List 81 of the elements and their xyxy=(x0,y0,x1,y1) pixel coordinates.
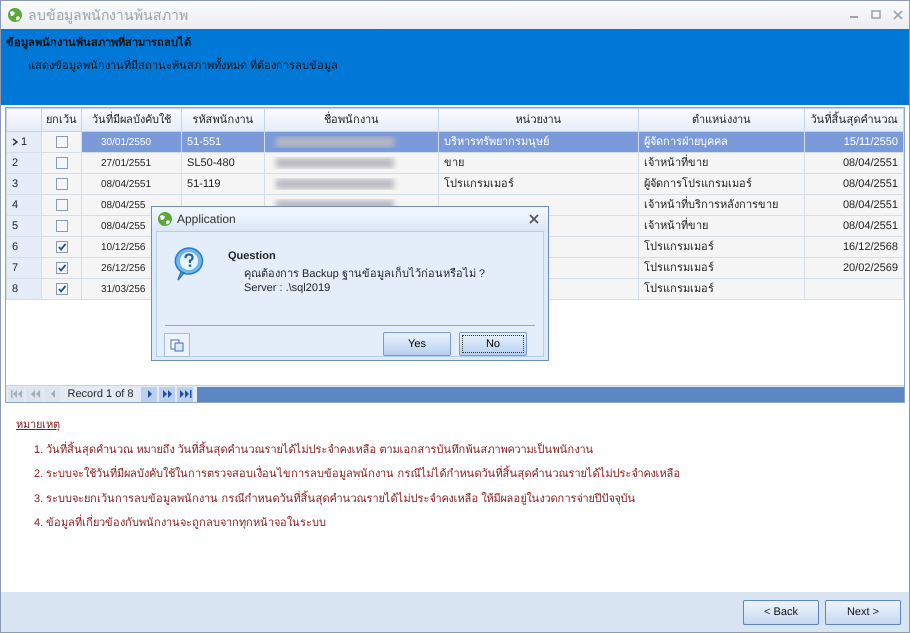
notes-title: หมายเหตุ xyxy=(16,418,61,433)
row-number: 2 xyxy=(12,156,18,169)
header-title: ข้อมูลพนักงานพ้นสภาพที่สามารถลบได้ xyxy=(6,35,904,52)
row-number: 4 xyxy=(12,198,18,211)
row-number: 8 xyxy=(12,282,18,295)
row-header[interactable]: 4 xyxy=(6,194,42,216)
header-cell xyxy=(6,108,42,132)
row-header[interactable]: 2 xyxy=(6,152,42,174)
checkbox[interactable] xyxy=(56,240,68,253)
copy-button[interactable] xyxy=(164,333,190,357)
checkbox[interactable] xyxy=(56,178,68,190)
window-title: ลบข้อมูลพนักงานพ้นสภาพ xyxy=(28,6,188,26)
table-cell: 51-119 xyxy=(182,174,264,194)
note-item: 4. ข้อมูลที่เกี่ยวข้องกับพนักงานจะถูกลบจากทุกหน้าจอในระบบ xyxy=(34,515,894,532)
table-cell: 15/11/2550 xyxy=(804,132,904,152)
header-subtitle: แสดงข้อมูลพนักงานที่มีสถานะพ้นสภาพทั้งหมด ที่ต้องการลบข้อมูล xyxy=(28,58,340,74)
scrollbar[interactable] xyxy=(197,386,904,402)
checkbox[interactable] xyxy=(56,262,68,274)
table-cell: ขาย xyxy=(438,152,638,174)
row-header[interactable]: 3 xyxy=(6,174,42,194)
row-number: 3 xyxy=(12,178,18,190)
table-cell: 08/04/2551 xyxy=(804,174,904,194)
globe-icon xyxy=(157,211,173,227)
table-cell: SL50-480 xyxy=(182,152,264,174)
checkbox[interactable] xyxy=(56,198,68,211)
dialog-message: คุณต้องการ Backup ฐานข้อมูลเก็บไว้ก่อนหรือไม่ ? xyxy=(244,266,485,282)
last-icon[interactable] xyxy=(178,387,193,401)
dialog-button[interactable]: Yes xyxy=(383,332,451,356)
row-number: 7 xyxy=(12,262,18,274)
dialog-heading: Question xyxy=(228,249,276,264)
row-header[interactable]: 1 xyxy=(6,132,42,152)
column-header[interactable]: หน่วยงาน xyxy=(438,108,638,132)
row-number: 6 xyxy=(12,240,18,253)
table-cell: เจ้าหน้าที่ขาย xyxy=(638,216,804,236)
checkbox[interactable] xyxy=(56,156,68,169)
nav-button[interactable]: < Back xyxy=(743,600,819,624)
table-cell: โปรแกรมเมอร์ xyxy=(638,278,804,300)
copy-icon xyxy=(170,338,184,352)
row-header[interactable]: 7 xyxy=(6,258,42,278)
checkbox[interactable] xyxy=(56,282,68,295)
dialog-button[interactable]: No xyxy=(459,332,527,356)
checkbox[interactable] xyxy=(56,220,68,232)
table-cell: 08/04/2551 xyxy=(804,152,904,174)
table-cell: 51-551 xyxy=(182,132,264,152)
maximize-icon[interactable] xyxy=(871,10,881,20)
row-header[interactable]: 8 xyxy=(6,278,42,300)
table-cell: เจ้าหน้าที่บริการหลังการขาย xyxy=(638,194,804,216)
table-cell: 08/04/2551 xyxy=(804,194,904,216)
table-cell: เจ้าหน้าที่ขาย xyxy=(638,152,804,174)
table-cell: ผู้จัดการโปรแกรมเมอร์ xyxy=(638,174,804,194)
column-header[interactable]: วันที่สิ้นสุดคำนวณ xyxy=(804,108,904,132)
table-cell: ผู้จัดการฝ่ายบุคคล xyxy=(638,132,804,152)
column-header[interactable]: ตำแหน่งงาน xyxy=(638,108,804,132)
table-cell: โปรแกรมเมอร์ xyxy=(438,174,638,194)
record-counter: Record 1 of 8 xyxy=(66,386,135,402)
column-header[interactable]: ชื่อพนักงาน xyxy=(264,108,438,132)
column-header[interactable]: วันที่มีผลบังคับใช้ xyxy=(82,108,182,132)
note-item: 2. ระบบจะใช้วันที่มีผลบังคับใช้ในการตรวจสอบเงื่อนไขการลบข้อมูลพนักงาน กรณีไม่ได้กำหนดวันที่สิ้นสุดคำนวณรายได้ไม่ประจำคงเหลือ xyxy=(34,466,894,482)
column-header[interactable]: ยกเว้น xyxy=(42,108,82,132)
nav-button[interactable]: Next > xyxy=(825,600,901,624)
checkbox[interactable] xyxy=(56,136,68,148)
table-cell: 16/12/2568 xyxy=(804,236,904,258)
table-cell: 27/01/2551 xyxy=(82,152,182,174)
table-cell: 20/02/2569 xyxy=(804,258,904,278)
table-cell: 08/04/2551 xyxy=(804,216,904,236)
table-cell: โปรแกรมเมอร์ xyxy=(638,236,804,258)
row-header[interactable]: 6 xyxy=(6,236,42,258)
column-header[interactable]: รหัสพนักงาน xyxy=(182,108,264,132)
server-label: Server : .\sql2019 xyxy=(244,281,330,296)
row-number: 5 xyxy=(12,220,18,232)
note-item: 1. วันที่สิ้นสุดคำนวณ หมายถึง วันที่สิ้นสุดคำนวณรายได้ไม่ประจำคงเหลือ ตามเอกสารบันทึกพ้นสภาพความเป็นพนักงาน xyxy=(34,442,594,458)
table-cell: บริหารทรัพยากรมนุษย์ xyxy=(438,132,638,152)
table-cell: 08/04/2551 xyxy=(82,174,182,194)
note-item: 3. ระบบจะยกเว้นการลบข้อมูลพนักงาน กรณีกำหนดวันที่สิ้นสุดคำนวณรายได้ไม่ประจำคงเหลือ ให้มีผลอยู่ในงวดการจ่ายปีปัจจุบัน xyxy=(34,490,636,507)
table-cell: 30/01/2550 xyxy=(82,132,182,152)
row-number: 1 xyxy=(21,136,28,148)
table-cell: โปรแกรมเมอร์ xyxy=(638,258,804,278)
globe-icon xyxy=(7,7,23,23)
row-header[interactable]: 5 xyxy=(6,216,42,236)
close-icon[interactable] xyxy=(529,214,539,224)
question-icon xyxy=(173,246,205,282)
